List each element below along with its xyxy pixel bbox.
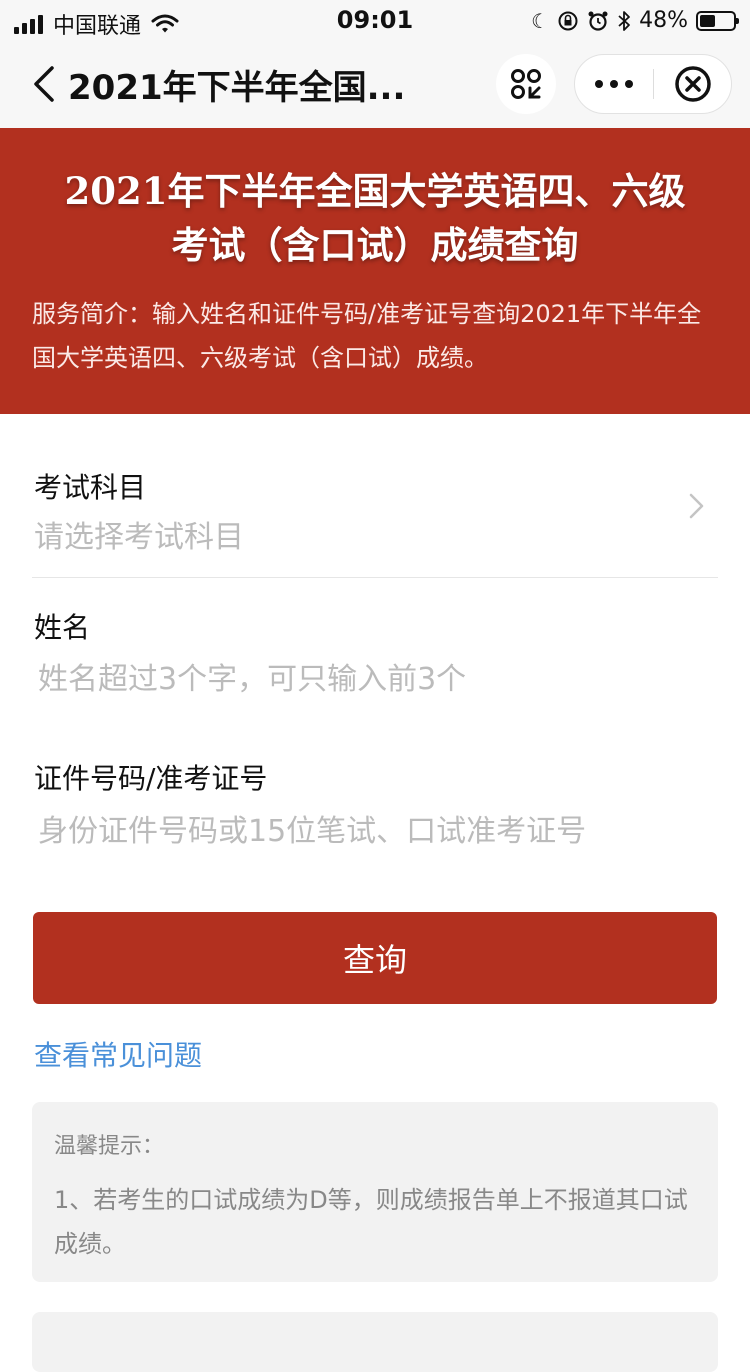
- name-input[interactable]: 姓名超过3个字，可只输入前3个: [38, 654, 466, 698]
- subject-label: 考试科目: [34, 471, 147, 504]
- tips-title: 温馨提示：: [54, 1134, 165, 1159]
- query-button[interactable]: 查询: [33, 912, 717, 1004]
- battery-fill: [700, 14, 715, 27]
- id-input[interactable]: 身份证件号码或15位笔试、口试准考证号: [38, 806, 586, 850]
- more-icon: [595, 80, 633, 88]
- header-banner: 2021年下半年全国大学英语四、六级 考试（含口试）成绩查询 服务简介：输入姓名…: [0, 128, 750, 414]
- name-label: 姓名: [34, 611, 91, 644]
- nav-title: 2021年下半年全国...: [68, 68, 406, 108]
- battery-icon: [696, 10, 739, 31]
- id-label: 证件号码/准考证号: [34, 762, 268, 795]
- back-icon[interactable]: [30, 64, 60, 104]
- service-intro: 服务简介：输入姓名和证件号码/准考证号查询2021年下半年全国大学英语四、六级考…: [32, 300, 702, 372]
- tips-box: 温馨提示： 1、若考生的口试成绩为D等，则成绩报告单上不报道其口试成绩。: [32, 1102, 718, 1282]
- nav-bar: 2021年下半年全国...: [0, 40, 750, 128]
- field-divider: [32, 577, 718, 578]
- scan-icon: [511, 69, 541, 99]
- alarm-icon: [588, 11, 608, 31]
- banner-title-line1: 2021年下半年全国大学英语四、六级: [64, 169, 686, 213]
- close-button[interactable]: [655, 55, 731, 113]
- chevron-right-icon[interactable]: [686, 492, 706, 520]
- banner-title-line2: 考试（含口试）成绩查询: [171, 223, 579, 267]
- secondary-card: [32, 1312, 718, 1372]
- status-right: ☾ 48%: [531, 8, 739, 33]
- banner-title: 2021年下半年全国大学英语四、六级 考试（含口试）成绩查询: [20, 164, 730, 272]
- moon-icon: ☾: [531, 8, 550, 33]
- lock-rotation-icon: [558, 11, 578, 30]
- more-button[interactable]: [575, 55, 653, 113]
- capsule-divider: [653, 69, 654, 99]
- close-icon: [675, 66, 711, 102]
- subject-select[interactable]: 请选择考试科目: [34, 512, 244, 556]
- tips-body: 1、若考生的口试成绩为D等，则成绩报告单上不报道其口试成绩。: [54, 1186, 688, 1258]
- status-bar: 中国联通 09:01 ☾ 48%: [0, 0, 750, 40]
- menu-capsule: [574, 54, 732, 114]
- battery-percent: 48%: [639, 8, 688, 33]
- scan-button[interactable]: [496, 54, 556, 114]
- bluetooth-icon: [618, 10, 630, 31]
- faq-link[interactable]: 查看常见问题: [34, 1034, 202, 1074]
